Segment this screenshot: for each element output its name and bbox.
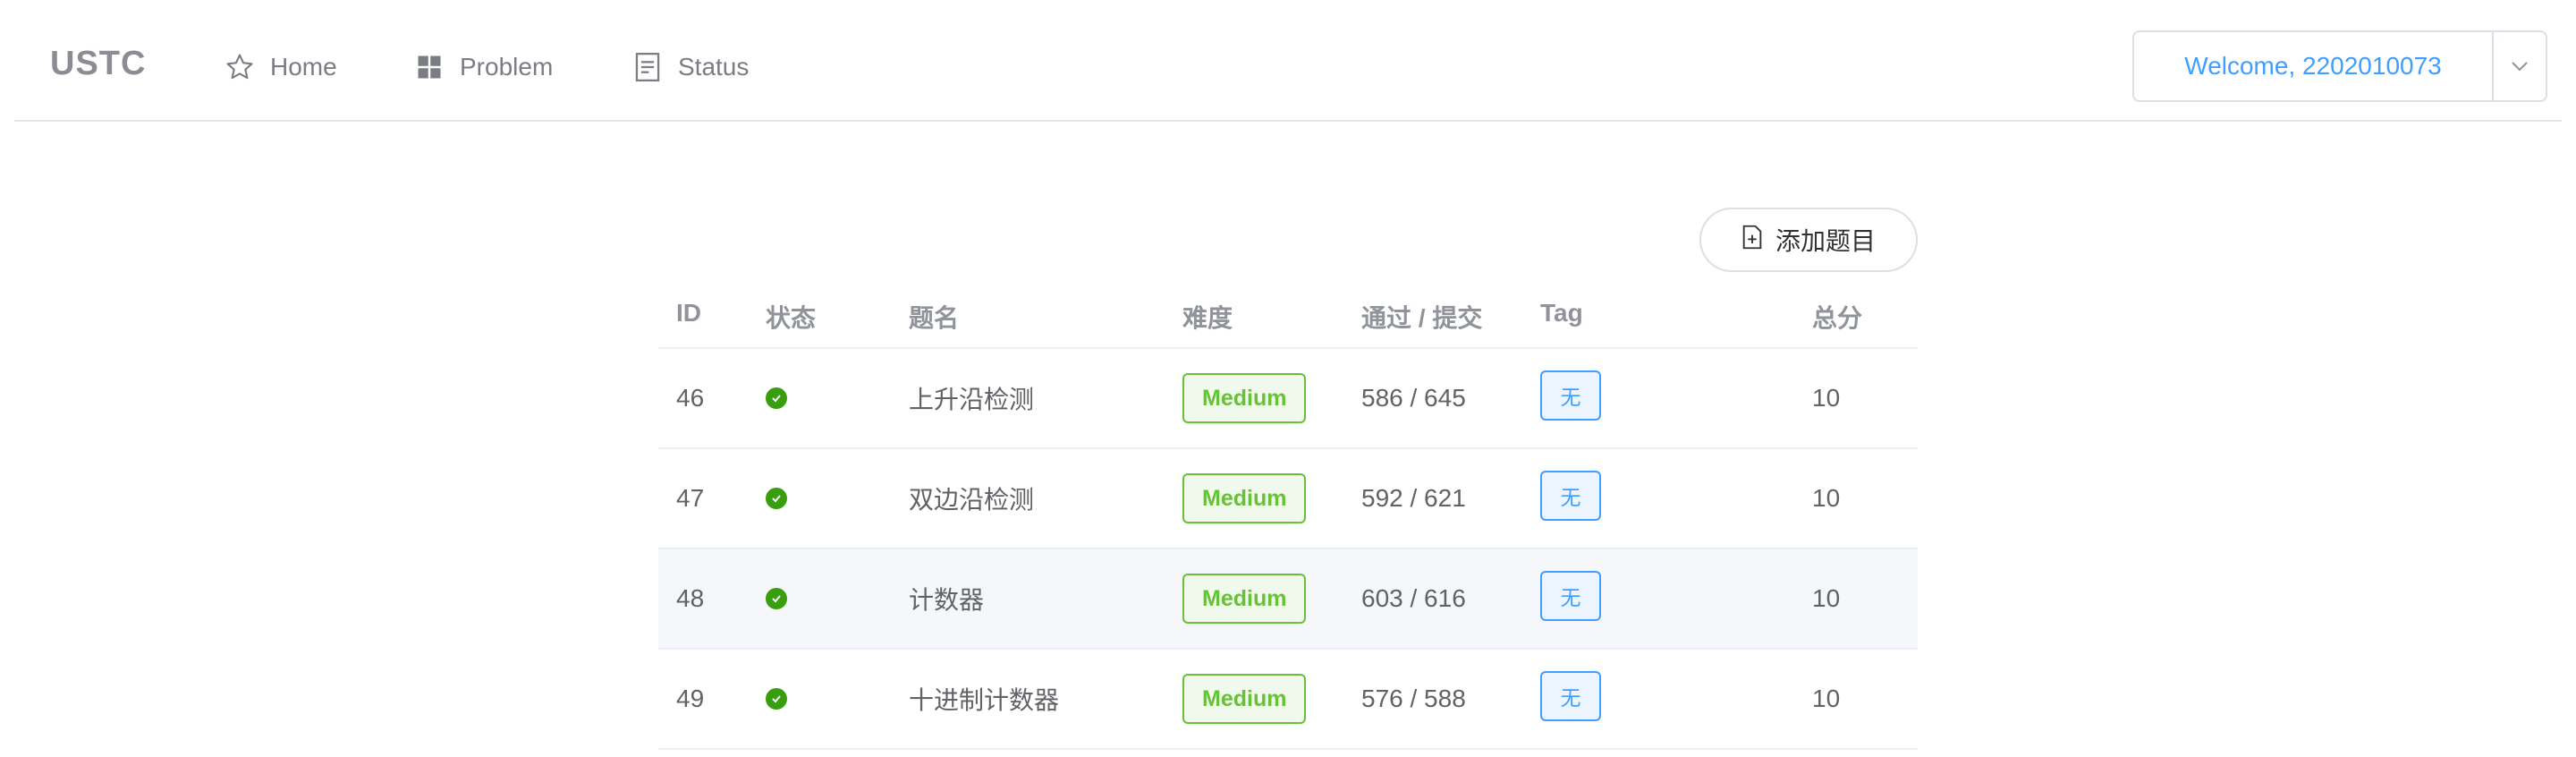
nav-item-label: Home [270,53,337,81]
tag-badge[interactable]: 无 [1540,571,1601,621]
check-circle-icon [766,588,787,609]
header-tag: Tag [1540,299,1583,327]
difficulty-cell: Medium [1182,549,1307,648]
user-welcome-button[interactable]: Welcome, 2202010073 [2134,32,2494,100]
difficulty-badge: Medium [1182,373,1307,423]
add-file-icon [1741,225,1763,256]
star-icon [224,51,256,83]
grid-icon [413,51,445,83]
chevron-down-icon[interactable] [2494,32,2546,100]
table-row[interactable]: 48 计数器 Medium 603 / 616 无 10 [658,549,1918,650]
status-cell [766,549,787,648]
total-score: 10 [1812,384,1841,412]
table-row[interactable]: 46 上升沿检测 Medium 586 / 645 无 10 [658,349,1918,449]
nav-item-status[interactable]: Status [631,48,749,86]
status-cell [766,349,787,447]
status-cell [766,449,787,548]
total-score: 10 [1812,584,1841,612]
pass-submit-ratio: 576 / 588 [1361,685,1466,712]
difficulty-badge: Medium [1182,473,1307,523]
tag-cell: 无 [1540,650,1601,748]
nav-item-problem[interactable]: Problem [413,48,553,86]
problem-title-link[interactable]: 十进制计数器 [909,650,1059,748]
header-ratio: 通过 / 提交 [1361,304,1483,332]
brand-logo[interactable]: USTC [50,45,146,83]
check-circle-icon [766,688,787,710]
header-id: ID [676,299,701,327]
nav-item-home[interactable]: Home [224,48,337,86]
tag-badge[interactable]: 无 [1540,370,1601,421]
header-title: 题名 [909,304,960,332]
tag-badge[interactable]: 无 [1540,671,1601,721]
problem-title-link[interactable]: 双边沿检测 [909,449,1034,548]
difficulty-badge: Medium [1182,574,1307,624]
add-problem-label: 添加题目 [1775,227,1876,255]
header-status: 状态 [766,304,817,332]
difficulty-cell: Medium [1182,349,1307,447]
check-circle-icon [766,488,787,509]
status-cell [766,650,787,748]
difficulty-badge: Medium [1182,674,1307,724]
tag-cell: 无 [1540,549,1601,648]
tag-badge[interactable]: 无 [1540,471,1601,521]
difficulty-cell: Medium [1182,650,1307,748]
nav-item-label: Status [678,53,750,81]
nav-item-label: Problem [460,53,554,81]
table-header: ID 状态 题名 难度 通过 / 提交 Tag 总分 [658,277,1918,349]
problem-id: 48 [676,584,705,612]
header-difficulty: 难度 [1182,304,1233,332]
tag-cell: 无 [1540,349,1601,447]
total-score: 10 [1812,484,1841,512]
table-row[interactable]: 49 十进制计数器 Medium 576 / 588 无 10 [658,650,1918,750]
document-icon [631,51,664,83]
problem-title-link[interactable]: 计数器 [909,549,984,648]
pass-submit-ratio: 586 / 645 [1361,384,1466,412]
pass-submit-ratio: 603 / 616 [1361,584,1466,612]
table-row[interactable]: 47 双边沿检测 Medium 592 / 621 无 10 [658,449,1918,549]
check-circle-icon [766,387,787,409]
add-problem-button[interactable]: 添加题目 [1699,208,1918,272]
tag-cell: 无 [1540,449,1601,548]
problem-table: ID 状态 题名 难度 通过 / 提交 Tag 总分 46 上升沿检测 Medi… [658,277,1918,750]
problem-id: 49 [676,685,705,712]
pass-submit-ratio: 592 / 621 [1361,484,1466,512]
problem-title-link[interactable]: 上升沿检测 [909,349,1034,447]
difficulty-cell: Medium [1182,449,1307,548]
header-score: 总分 [1812,304,1863,332]
top-navbar: USTC Home Problem Status Welcome, 220201… [14,0,2562,122]
user-dropdown[interactable]: Welcome, 2202010073 [2132,30,2547,102]
problem-id: 47 [676,484,705,512]
total-score: 10 [1812,685,1841,712]
problem-id: 46 [676,384,705,412]
